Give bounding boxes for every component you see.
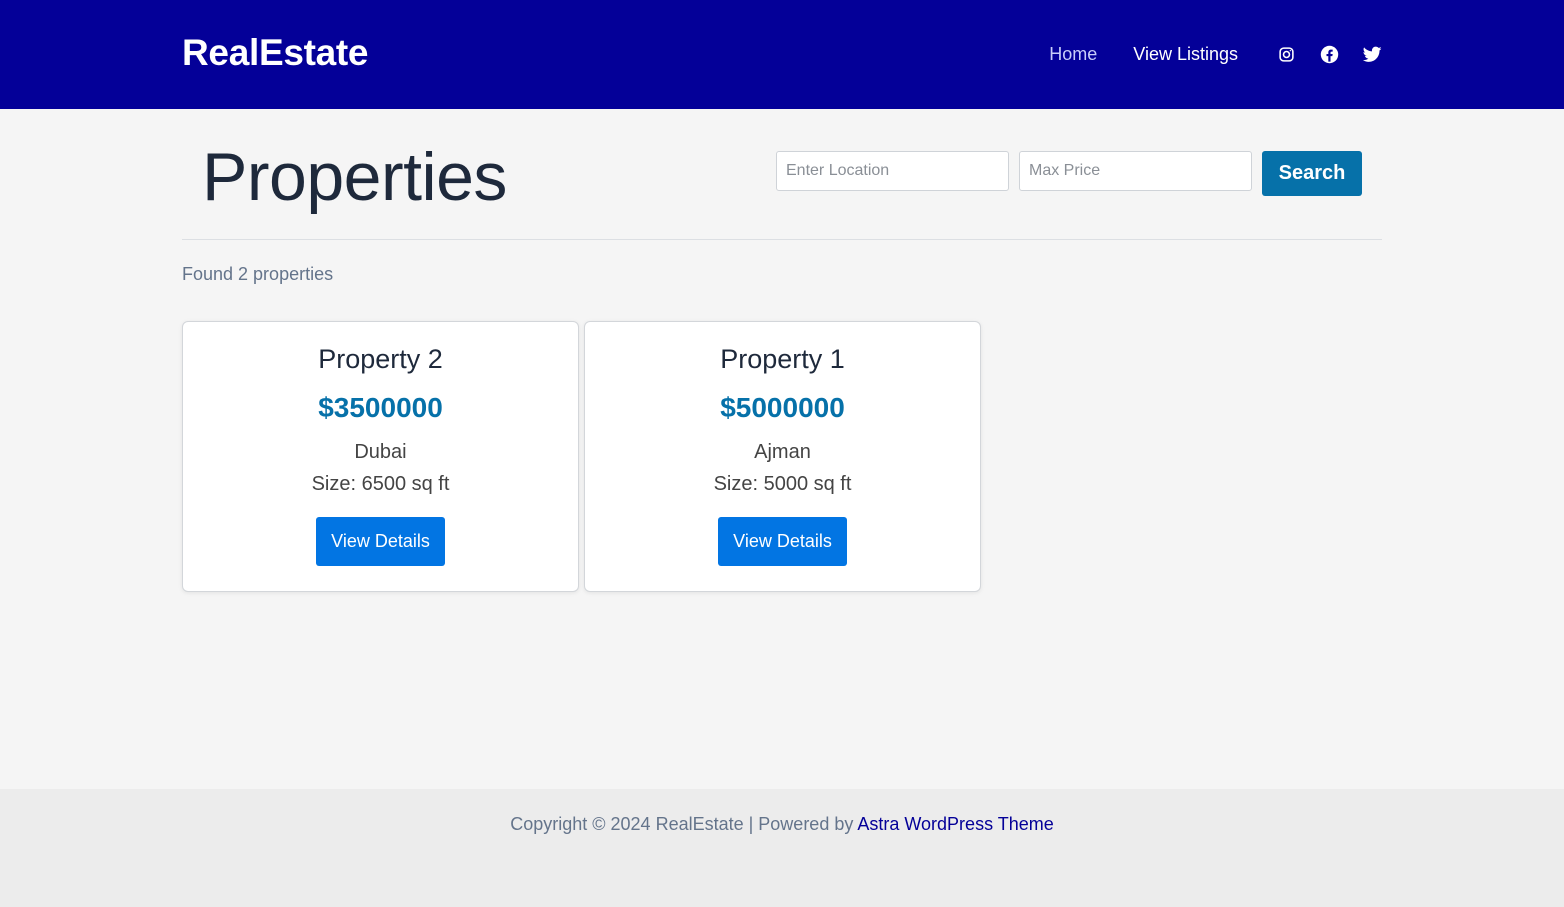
social-links [1276,45,1382,65]
property-title: Property 2 [318,344,443,374]
copyright-text: Copyright © 2024 RealEstate | Powered by [510,814,858,834]
property-search-form: Search [776,151,1362,196]
property-title: Property 1 [720,344,845,374]
twitter-icon[interactable] [1362,45,1382,65]
property-price: $3500000 [318,392,443,423]
instagram-icon[interactable] [1276,45,1296,65]
main-nav: Home View Listings [1013,0,1382,109]
site-footer: Copyright © 2024 RealEstate | Powered by… [0,789,1564,907]
property-size: Size: 6500 sq ft [311,473,450,495]
site-logo[interactable]: RealEstate [182,32,369,74]
view-details-button[interactable]: View Details [316,517,445,566]
view-details-button[interactable]: View Details [718,517,847,566]
property-card: Property 2 $3500000 Dubai Size: 6500 sq … [182,321,579,592]
location-input[interactable] [776,151,1009,191]
property-location: Dubai [354,441,407,463]
site-header: RealEstate Home View Listings [0,0,1564,109]
property-card: Property 1 $5000000 Ajman Size: 5000 sq … [584,321,981,592]
property-list: Property 2 $3500000 Dubai Size: 6500 sq … [182,321,986,592]
nav-home-link[interactable]: Home [1049,44,1097,65]
page-title: Properties [202,139,507,215]
facebook-icon[interactable] [1319,45,1339,65]
search-button[interactable]: Search [1262,151,1362,196]
theme-link[interactable]: Astra WordPress Theme [857,814,1053,834]
results-count: Found 2 properties [182,264,334,284]
property-location: Ajman [754,441,811,463]
max-price-input[interactable] [1019,151,1252,191]
property-size: Size: 5000 sq ft [713,473,852,495]
nav-view-listings-link[interactable]: View Listings [1133,44,1238,65]
divider [182,239,1382,240]
property-price: $5000000 [720,392,845,423]
